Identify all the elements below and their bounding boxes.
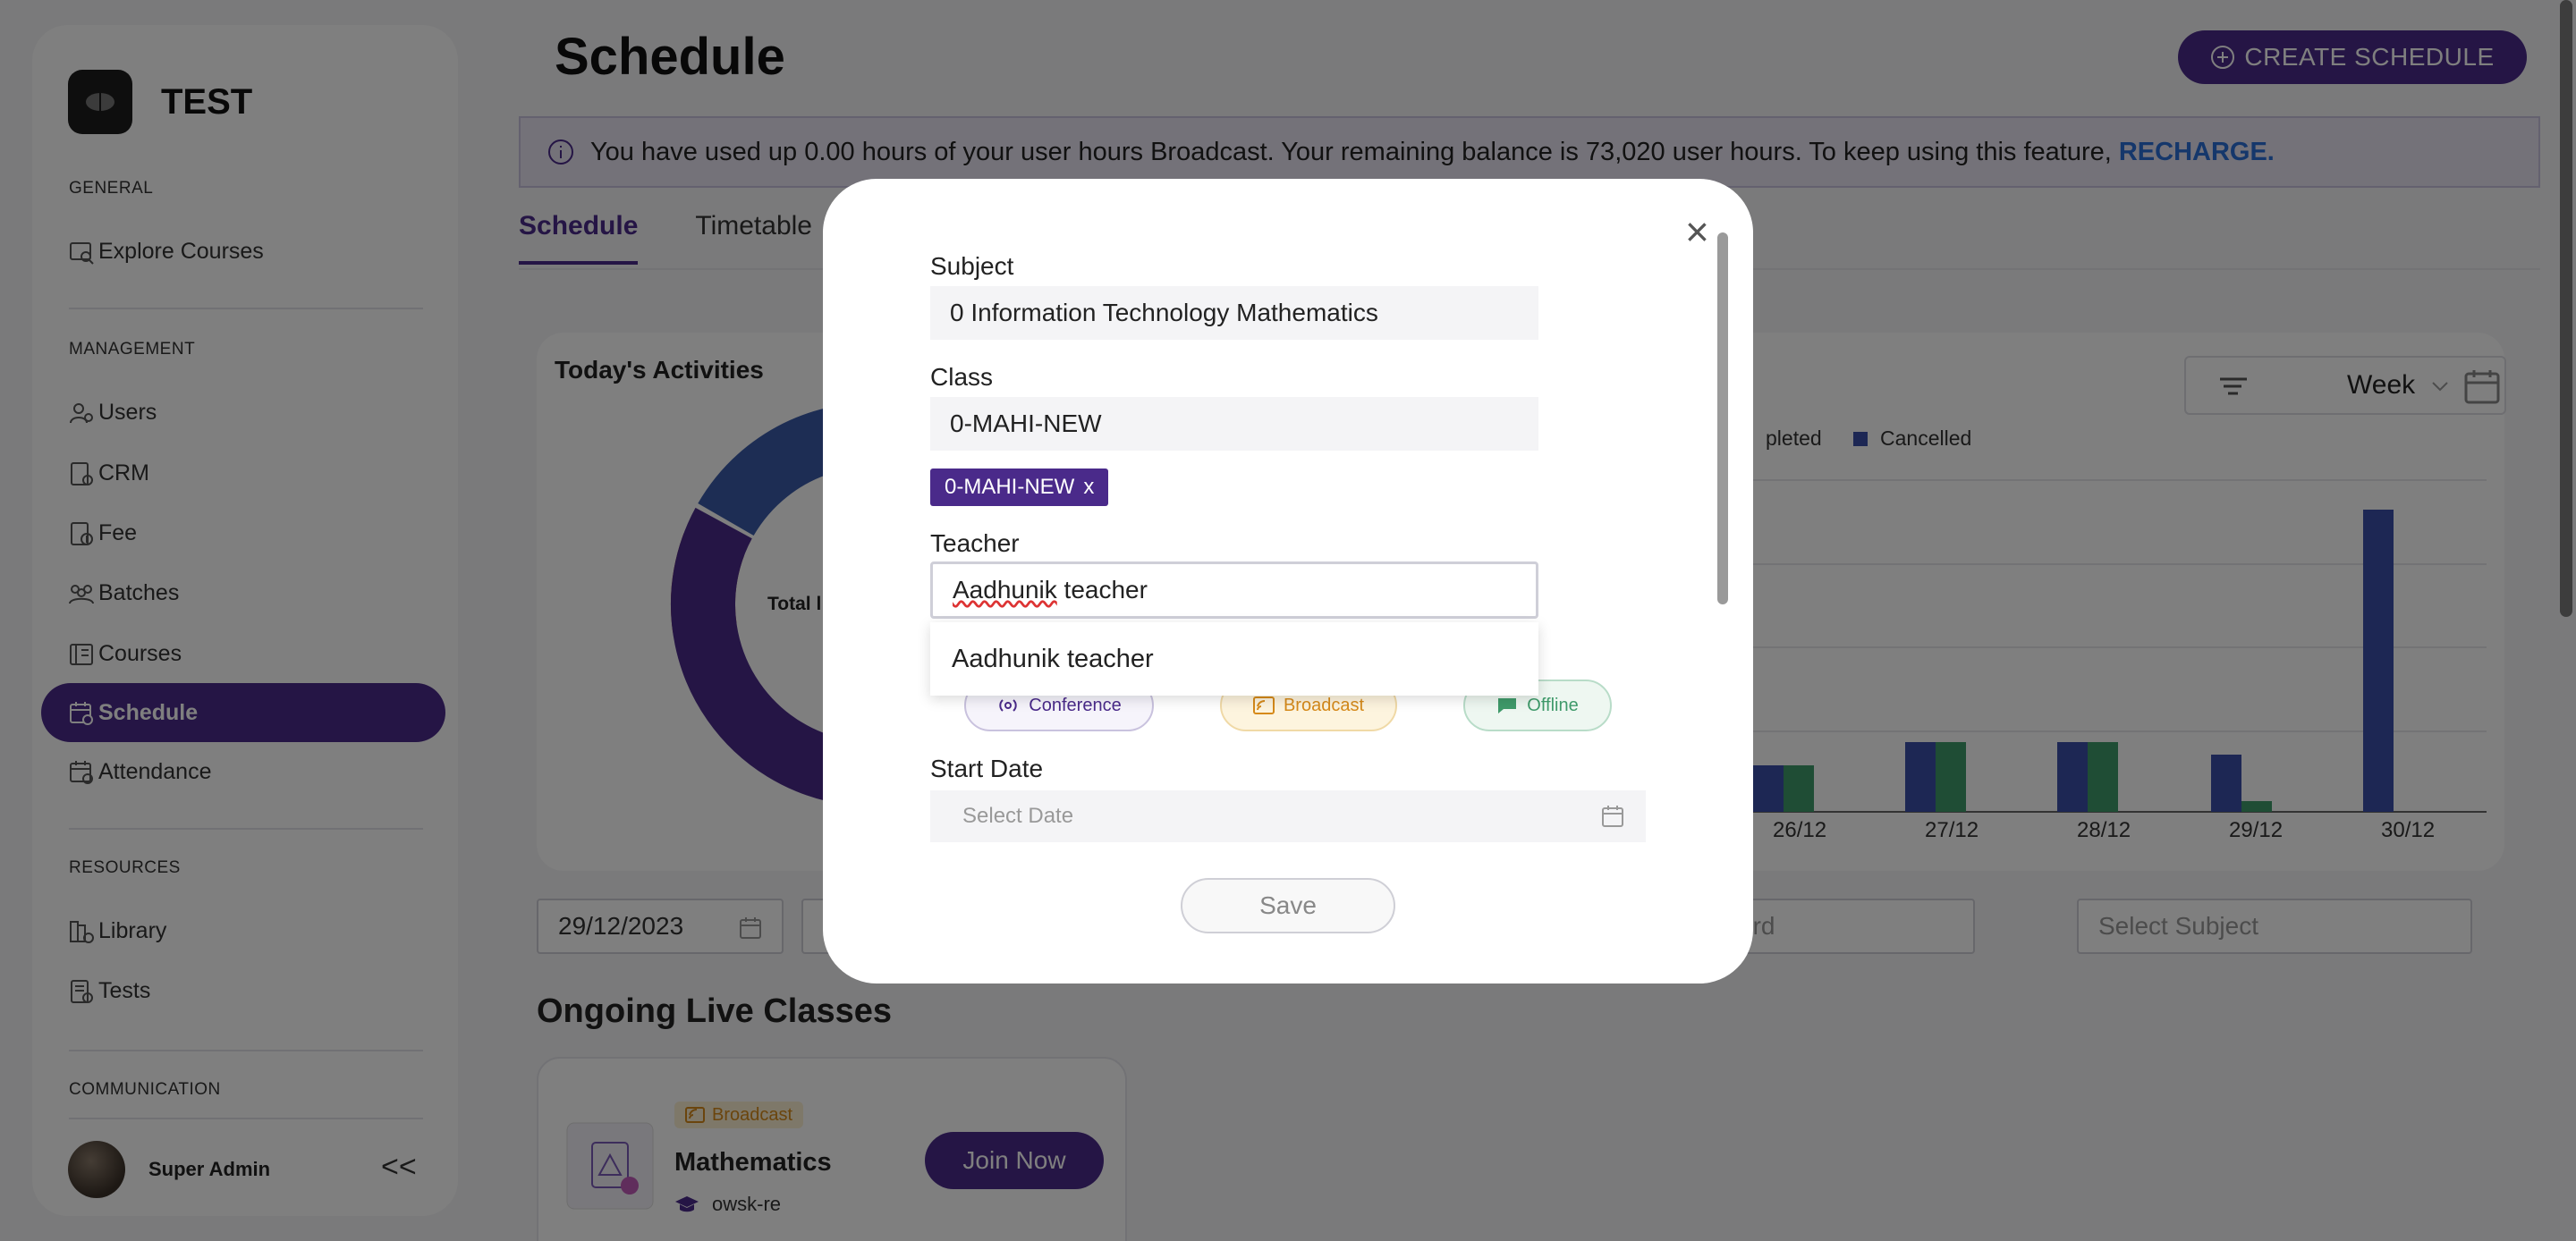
offline-icon [1498, 698, 1517, 713]
calendar-icon [1602, 806, 1623, 827]
create-schedule-modal: × Subject 0 Information Technology Mathe… [823, 179, 1753, 984]
start-date-placeholder: Select Date [962, 804, 1074, 828]
save-button[interactable]: Save [1181, 878, 1395, 933]
modal-scrollbar[interactable] [1717, 232, 1728, 604]
subject-field[interactable]: 0 Information Technology Mathematics [930, 286, 1538, 340]
class-label: Class [930, 363, 994, 391]
teacher-input-rest: teacher [1056, 576, 1148, 604]
class-field[interactable]: 0-MAHI-NEW [930, 397, 1538, 451]
chip-remove-button[interactable]: x [1083, 475, 1094, 500]
close-icon[interactable]: × [1685, 211, 1709, 252]
conference-icon [999, 699, 1017, 712]
subject-label: Subject [930, 252, 1014, 280]
teacher-label: Teacher [930, 529, 1020, 557]
teacher-input-word: Aadhunik [953, 576, 1057, 604]
broadcast-icon [1252, 696, 1275, 714]
broadcast-label: Broadcast [1283, 695, 1365, 715]
class-value: 0-MAHI-NEW [950, 409, 1102, 437]
teacher-option-label: Aadhunik teacher [952, 644, 1154, 673]
offline-label: Offline [1527, 695, 1579, 715]
start-date-input[interactable]: Select Date [930, 790, 1646, 842]
class-chip: 0-MAHI-NEW x [930, 469, 1109, 506]
teacher-input[interactable]: Aadhunik teacher [930, 561, 1538, 619]
teacher-dropdown-option[interactable]: Aadhunik teacher [930, 622, 1538, 696]
subject-value: 0 Information Technology Mathematics [950, 299, 1378, 326]
class-chip-label: 0-MAHI-NEW [945, 475, 1075, 499]
conference-label: Conference [1029, 695, 1122, 715]
start-date-label: Start Date [930, 755, 1044, 782]
